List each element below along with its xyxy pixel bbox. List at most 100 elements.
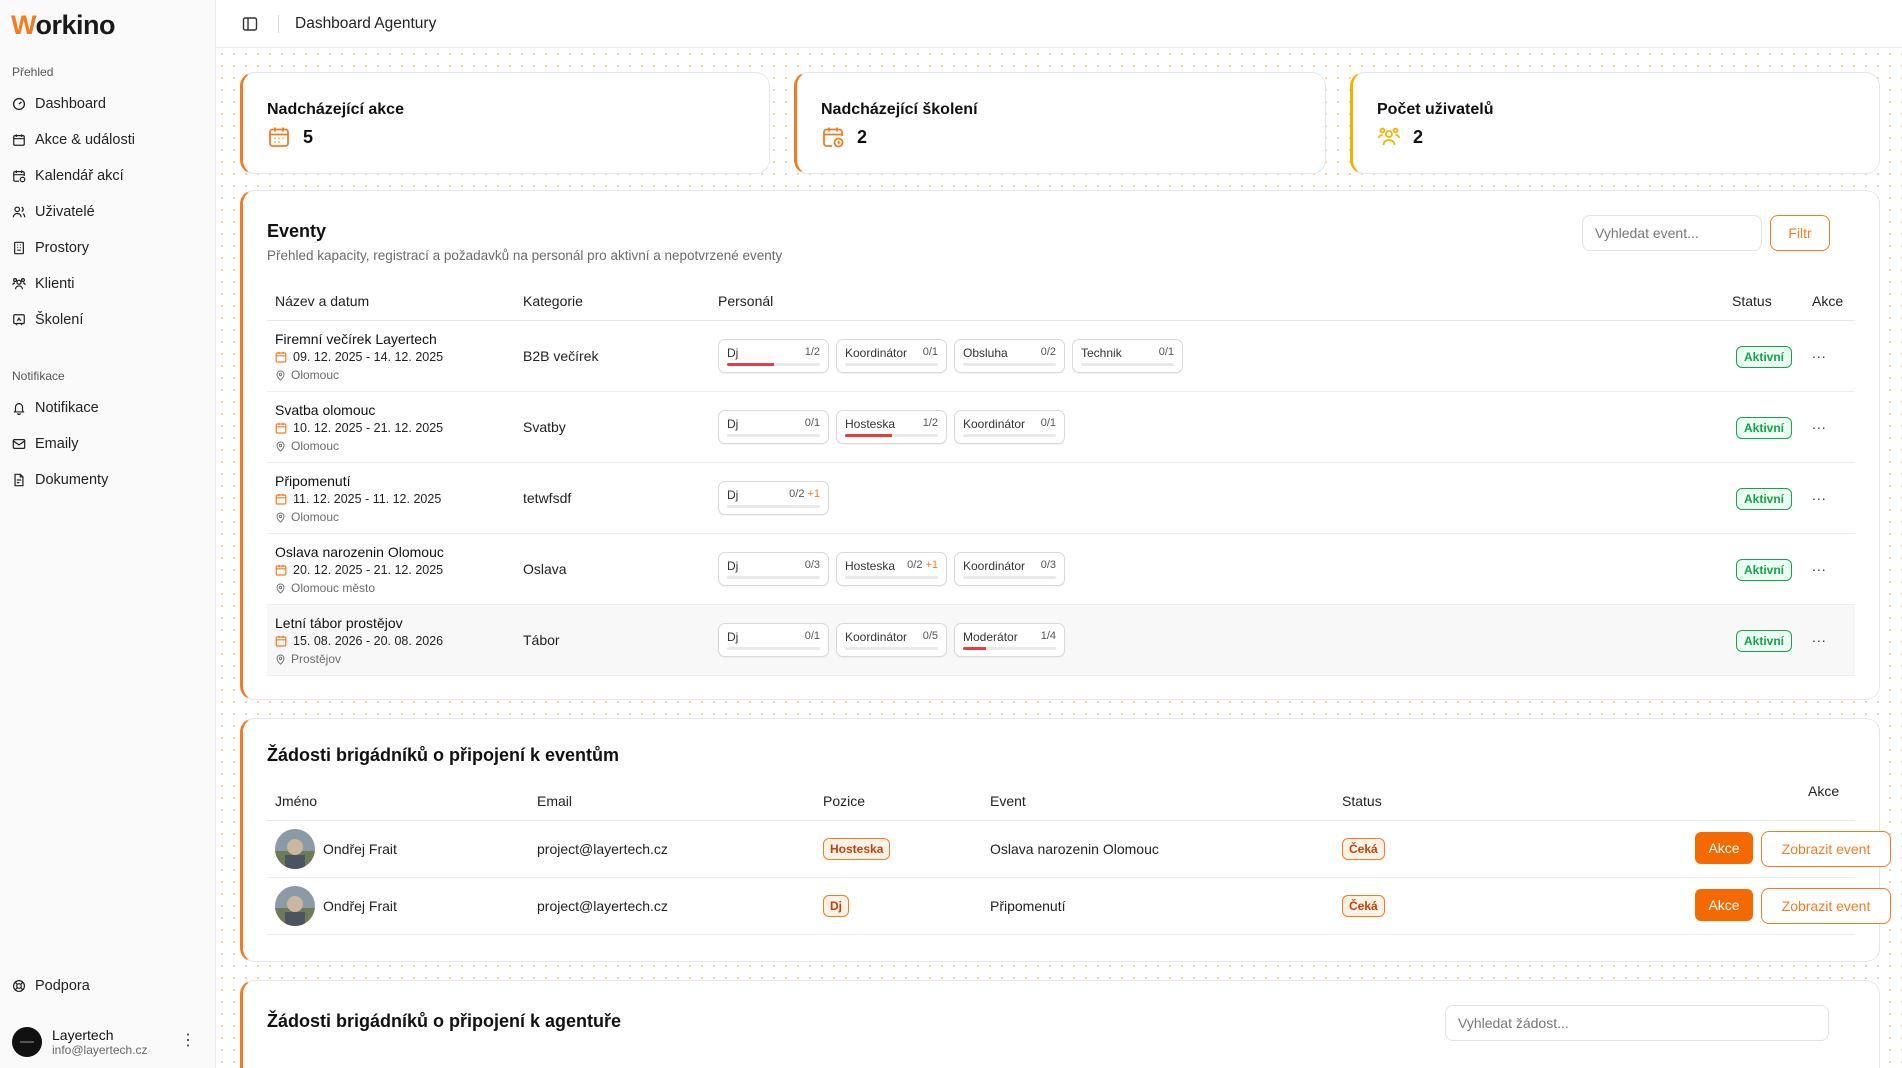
action-button[interactable]: Akce (1695, 832, 1753, 864)
staff-chip[interactable]: Technik 0/1 (1072, 339, 1183, 373)
user-account[interactable]: Layertech info@layertech.cz ⋮ (12, 1022, 204, 1062)
event-name[interactable]: Firemní večírek Layertech (275, 331, 437, 347)
staff-count: 0/5 (923, 630, 938, 642)
sidebar-item-training[interactable]: Školení (12, 302, 204, 338)
stat-card-upcoming-training: Nadcházející školení 2 (794, 72, 1326, 174)
staff-role: Dj (727, 488, 739, 502)
col-actions: Akce (1812, 293, 1844, 309)
sidebar-item-emails[interactable]: Emaily (12, 426, 204, 462)
sidebar-item-support[interactable]: Podpora (12, 968, 204, 1004)
event-location: Olomouc (275, 510, 339, 524)
staff-chip[interactable]: Koordinátor 0/1 (954, 410, 1065, 444)
staff-extra: +1 (807, 488, 820, 500)
table-row[interactable]: Oslava narozenin Olomouc 20. 12. 2025 - 2… (267, 534, 1855, 605)
event-name[interactable]: Oslava narozenin Olomouc (275, 544, 444, 560)
main-content: Dashboard Agentury Nadcházející akce 5 N… (216, 0, 1902, 1068)
staff-count-value: 1/4 (1040, 630, 1056, 642)
staff-chip[interactable]: Hosteska 0/2 +1 (836, 552, 947, 586)
more-vertical-icon[interactable]: ⋮ (180, 1030, 196, 1050)
user-info: Layertech info@layertech.cz (52, 1027, 148, 1057)
event-date-text: 10. 12. 2025 - 21. 12. 2025 (293, 421, 444, 435)
view-event-button[interactable]: Zobrazit event (1761, 888, 1891, 924)
staff-count: 0/2 (1041, 346, 1056, 358)
requests-table-header: Jméno Email Pozice Event Status Akce (267, 781, 1855, 821)
sidebar-item-label: Emaily (35, 436, 79, 452)
event-category: tetwfsdf (523, 490, 572, 506)
status-badge: Aktivní (1736, 559, 1793, 581)
table-row[interactable]: Svatba olomouc 10. 12. 2025 - 21. 12. 202… (267, 392, 1855, 463)
avatar (275, 886, 315, 926)
staff-chip[interactable]: Moderátor 1/4 (954, 623, 1065, 657)
more-actions-button[interactable]: ... (1812, 345, 1827, 361)
event-name[interactable]: Připomenutí (275, 473, 350, 489)
table-row[interactable]: Ondřej Frait project@layertech.cz Dj Připom… (267, 878, 1891, 935)
staff-chip[interactable]: Dj 0/3 (718, 552, 829, 586)
staff-chip[interactable]: Koordinátor 0/3 (954, 552, 1065, 586)
sidebar-item-documents[interactable]: Dokumenty (12, 462, 204, 498)
staff-chip[interactable]: Dj 0/1 (718, 410, 829, 444)
event-search-input[interactable] (1582, 215, 1762, 251)
calendar-clock-icon (823, 127, 844, 148)
staff-progress-bar (963, 576, 1056, 579)
col-status: Status (1732, 293, 1772, 309)
sidebar-item-notifications[interactable]: Notifikace (12, 390, 204, 426)
app-logo[interactable]: Workino (11, 10, 116, 41)
more-actions-button[interactable]: ... (1812, 416, 1827, 432)
more-actions-button[interactable]: ... (1812, 487, 1827, 503)
staff-chip[interactable]: Dj 0/2 +1 (718, 481, 829, 515)
table-row[interactable]: Letní tábor prostějov 15. 08. 2026 - 20. … (267, 605, 1855, 676)
request-search-input[interactable] (1445, 1005, 1829, 1041)
avatar (12, 1027, 42, 1057)
table-row[interactable]: Připomenutí 11. 12. 2025 - 11. 12. 2025 Ol… (267, 463, 1855, 534)
stat-row: 5 (267, 125, 313, 149)
staff-role: Koordinátor (845, 346, 908, 360)
stat-title: Nadcházející akce (267, 101, 404, 118)
filter-button[interactable]: Filtr (1770, 215, 1830, 251)
staff-chip[interactable]: Dj 0/1 (718, 623, 829, 657)
sidebar-item-clients[interactable]: Klienti (12, 266, 204, 302)
col-name: Název a datum (275, 293, 370, 309)
event-date: 10. 12. 2025 - 21. 12. 2025 (275, 421, 443, 435)
staff-role: Koordinátor (963, 417, 1026, 431)
table-row[interactable]: Ondřej Frait project@layertech.cz Hosteska… (267, 821, 1891, 878)
staff-chip[interactable]: Hosteska 1/2 (836, 410, 947, 444)
event-name[interactable]: Letní tábor prostějov (275, 615, 403, 631)
staff-chip[interactable]: Obsluha 0/2 (954, 339, 1065, 373)
page-title: Dashboard Agentury (295, 14, 437, 32)
sidebar-item-dashboard[interactable]: Dashboard (12, 86, 204, 122)
staff-count-value: 0/1 (804, 630, 820, 642)
staff-chip[interactable]: Koordinátor 0/5 (836, 623, 947, 657)
event-location-text: Olomouc město (291, 581, 376, 595)
position-badge: Dj (823, 895, 849, 917)
more-actions-button[interactable]: ... (1812, 629, 1827, 645)
map-pin-icon (276, 370, 285, 381)
staff-count: 0/3 (805, 559, 820, 571)
event-date-text: 15. 08. 2026 - 20. 08. 2026 (293, 634, 444, 648)
view-event-button[interactable]: Zobrazit event (1761, 831, 1891, 867)
sidebar-item-spaces[interactable]: Prostory (12, 230, 204, 266)
map-pin-icon (276, 583, 285, 594)
sidebar-item-label: Akce & události (35, 132, 135, 148)
action-button[interactable]: Akce (1695, 889, 1753, 921)
stat-value: 2 (857, 126, 868, 147)
event-name: Oslava narozenin Olomouc (990, 841, 1159, 857)
stat-value: 5 (303, 126, 314, 147)
map-pin-icon (276, 654, 285, 665)
table-row[interactable]: Firemní večírek Layertech 09. 12. 2025 - … (267, 321, 1855, 392)
staff-chip[interactable]: Dj 1/2 (718, 339, 829, 373)
more-actions-button[interactable]: ... (1812, 558, 1827, 574)
staff-count: 1/2 (805, 346, 820, 358)
staff-chip[interactable]: Koordinátor 0/1 (836, 339, 947, 373)
applicant-name: Ondřej Frait (323, 841, 397, 857)
staff-count: 0/2 +1 (789, 488, 820, 500)
sidebar-toggle-icon[interactable] (242, 16, 258, 32)
sidebar-item-calendar[interactable]: Kalendář akcí (12, 158, 204, 194)
sidebar-item-users[interactable]: Uživatelé (12, 194, 204, 230)
divider (278, 14, 279, 33)
staff-count: 0/2 +1 (907, 559, 938, 571)
mail-icon (12, 439, 26, 449)
event-category: Oslava (523, 561, 567, 577)
stat-card-upcoming-events: Nadcházející akce 5 (240, 72, 770, 174)
event-name[interactable]: Svatba olomouc (275, 402, 375, 418)
sidebar-item-events[interactable]: Akce & události (12, 122, 204, 158)
